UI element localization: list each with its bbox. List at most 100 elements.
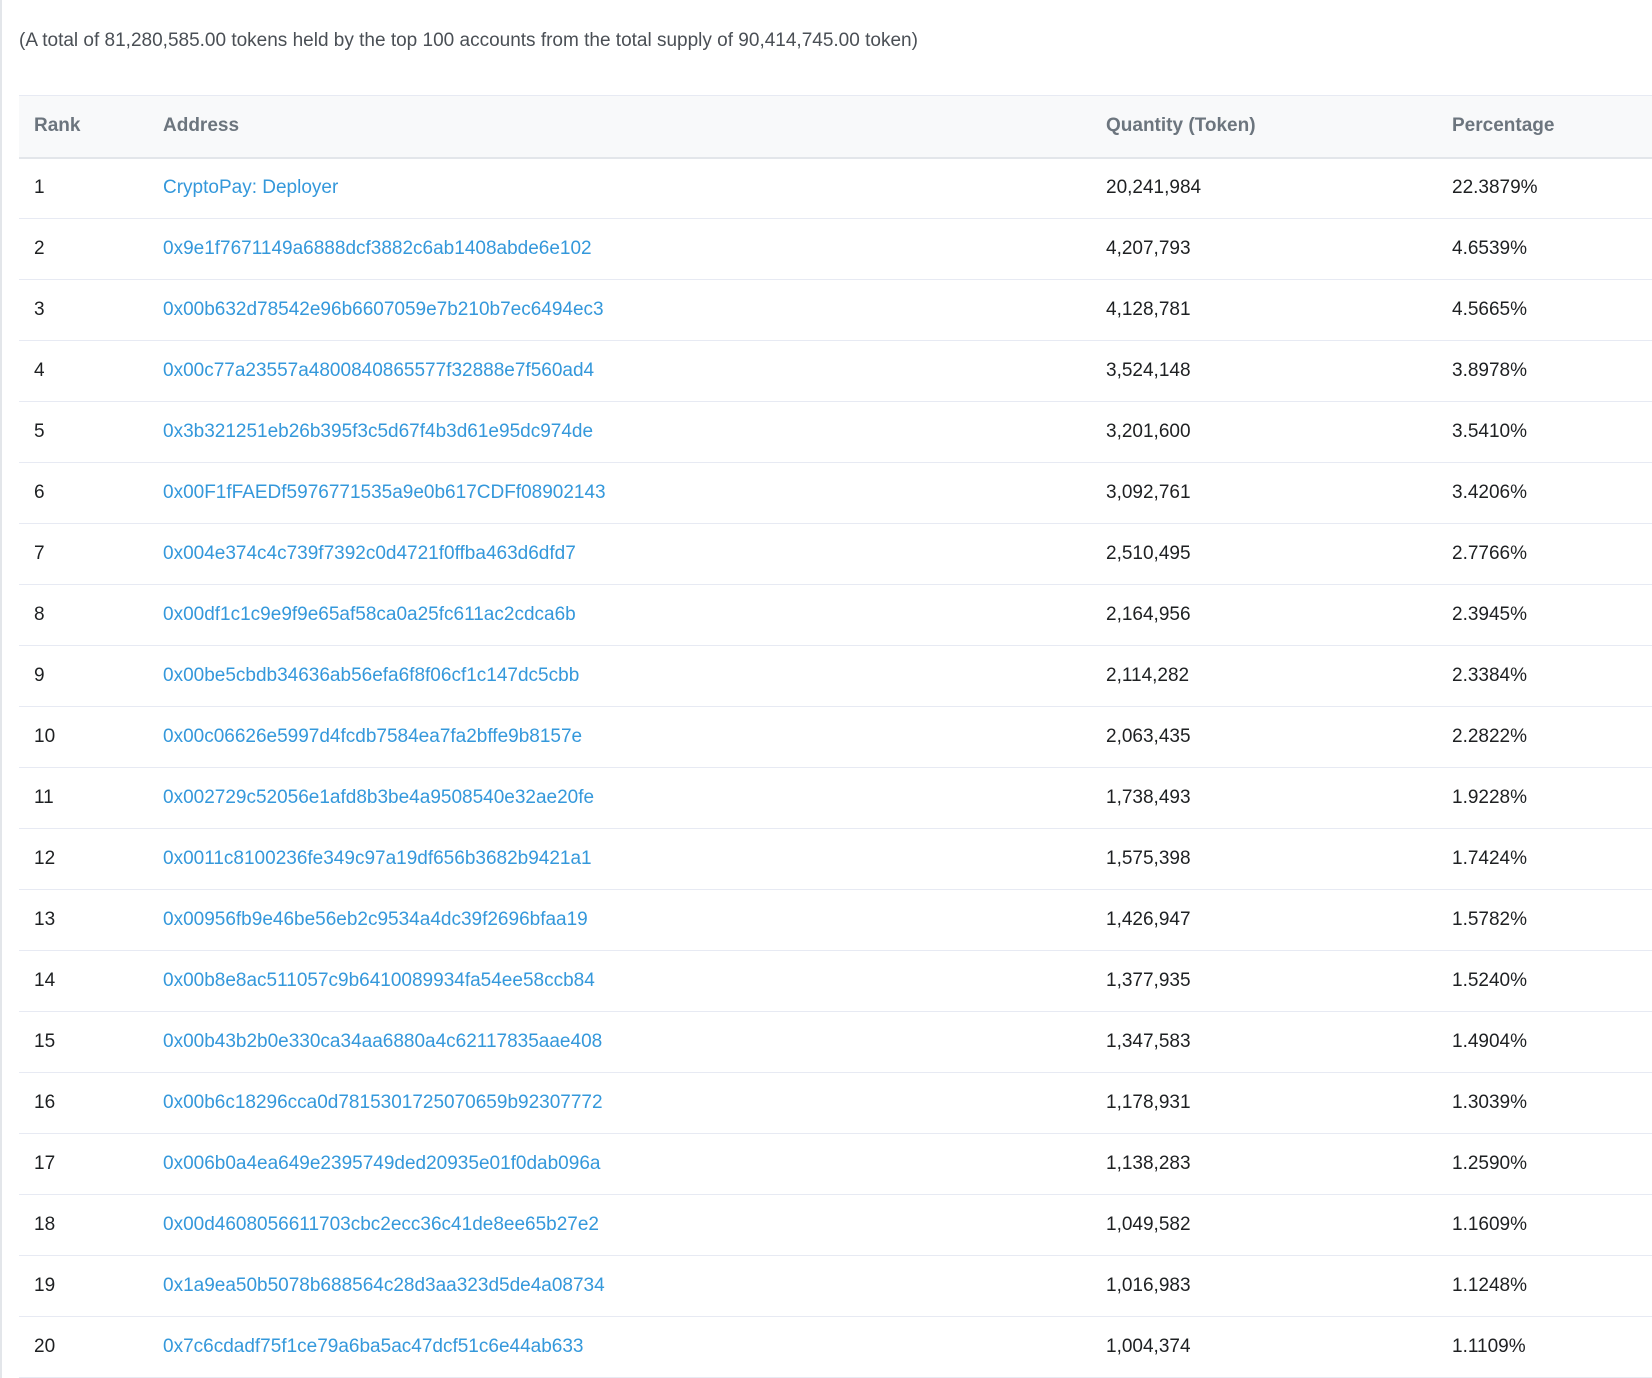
quantity-cell: 1,016,983 xyxy=(1106,1255,1452,1317)
rank-cell: 3 xyxy=(19,279,163,341)
quantity-cell: 1,738,493 xyxy=(1106,767,1452,829)
header-row: Rank Address Quantity (Token) Percentage xyxy=(19,95,1652,159)
address-cell: 0x00df1c1c9e9f9e65af58ca0a25fc611ac2cdca… xyxy=(163,584,1106,646)
address-cell: 0x00b8e8ac511057c9b6410089934fa54ee58ccb… xyxy=(163,950,1106,1012)
address-cell: 0x00c77a23557a4800840865577f32888e7f560a… xyxy=(163,340,1106,402)
rank-cell: 8 xyxy=(19,584,163,646)
holder-address-link[interactable]: 0x9e1f7671149a6888dcf3882c6ab1408abde6e1… xyxy=(163,238,592,259)
holder-address-link[interactable]: 0x00c77a23557a4800840865577f32888e7f560a… xyxy=(163,360,594,381)
holder-address-link[interactable]: 0x00b632d78542e96b6607059e7b210b7ec6494e… xyxy=(163,299,604,320)
quantity-cell: 1,004,374 xyxy=(1106,1316,1452,1378)
percentage-cell: 1.1109% xyxy=(1452,1316,1652,1378)
percentage-cell: 3.5410% xyxy=(1452,401,1652,463)
quantity-cell: 1,377,935 xyxy=(1106,950,1452,1012)
address-cell: 0x00c06626e5997d4fcdb7584ea7fa2bffe9b815… xyxy=(163,706,1106,768)
address-cell: 0x002729c52056e1afd8b3be4a9508540e32ae20… xyxy=(163,767,1106,829)
address-cell: 0x00b6c18296cca0d7815301725070659b923077… xyxy=(163,1072,1106,1134)
panel-left-border xyxy=(0,0,2,1378)
address-cell: 0x9e1f7671149a6888dcf3882c6ab1408abde6e1… xyxy=(163,218,1106,280)
percentage-cell: 3.8978% xyxy=(1452,340,1652,402)
rank-cell: 20 xyxy=(19,1316,163,1378)
holder-address-link[interactable]: 0x7c6cdadf75f1ce79a6ba5ac47dcf51c6e44ab6… xyxy=(163,1336,583,1357)
holder-address-link[interactable]: 0x00F1fFAEDf5976771535a9e0b617CDFf089021… xyxy=(163,482,606,503)
rank-cell: 10 xyxy=(19,706,163,768)
percentage-cell: 4.6539% xyxy=(1452,218,1652,280)
holder-address-link[interactable]: 0x3b321251eb26b395f3c5d67f4b3d61e95dc974… xyxy=(163,421,593,442)
percentage-cell: 22.3879% xyxy=(1452,157,1652,219)
holders-table: Rank Address Quantity (Token) Percentage… xyxy=(19,95,1652,1378)
rank-cell: 18 xyxy=(19,1194,163,1256)
holder-address-link[interactable]: 0x0011c8100236fe349c97a19df656b3682b9421… xyxy=(163,848,592,869)
holder-address-link[interactable]: 0x004e374c4c739f7392c0d4721f0ffba463d6df… xyxy=(163,543,576,564)
rank-cell: 15 xyxy=(19,1011,163,1073)
holder-address-link[interactable]: 0x002729c52056e1afd8b3be4a9508540e32ae20… xyxy=(163,787,594,808)
address-cell: 0x00b43b2b0e330ca34aa6880a4c62117835aae4… xyxy=(163,1011,1106,1073)
table-row: 15 0x00b43b2b0e330ca34aa6880a4c62117835aa… xyxy=(19,1011,1652,1073)
holder-address-link[interactable]: 0x00d4608056611703cbc2ecc36c41de8ee65b27… xyxy=(163,1214,599,1235)
rank-cell: 6 xyxy=(19,462,163,524)
address-cell: 0x00d4608056611703cbc2ecc36c41de8ee65b27… xyxy=(163,1194,1106,1256)
quantity-cell: 1,178,931 xyxy=(1106,1072,1452,1134)
table-row: 4 0x00c77a23557a4800840865577f32888e7f560… xyxy=(19,340,1652,402)
quantity-cell: 3,201,600 xyxy=(1106,401,1452,463)
percentage-cell: 1.9228% xyxy=(1452,767,1652,829)
address-cell: 0x1a9ea50b5078b688564c28d3aa323d5de4a087… xyxy=(163,1255,1106,1317)
holder-address-link[interactable]: 0x00b8e8ac511057c9b6410089934fa54ee58ccb… xyxy=(163,970,595,991)
holder-address-link[interactable]: 0x00c06626e5997d4fcdb7584ea7fa2bffe9b815… xyxy=(163,726,582,747)
address-cell: 0x0011c8100236fe349c97a19df656b3682b9421… xyxy=(163,828,1106,890)
table-row: 19 0x1a9ea50b5078b688564c28d3aa323d5de4a0… xyxy=(19,1255,1652,1317)
rank-cell: 17 xyxy=(19,1133,163,1195)
address-cell: 0x00956fb9e46be56eb2c9534a4dc39f2696bfaa… xyxy=(163,889,1106,951)
quantity-cell: 2,164,956 xyxy=(1106,584,1452,646)
table-row: 11 0x002729c52056e1afd8b3be4a9508540e32ae… xyxy=(19,767,1652,829)
table-row: 18 0x00d4608056611703cbc2ecc36c41de8ee65b… xyxy=(19,1194,1652,1256)
table-row: 13 0x00956fb9e46be56eb2c9534a4dc39f2696bf… xyxy=(19,889,1652,951)
holder-address-link[interactable]: 0x00956fb9e46be56eb2c9534a4dc39f2696bfaa… xyxy=(163,909,588,930)
header-percentage: Percentage xyxy=(1452,95,1652,159)
holder-address-link[interactable]: 0x00be5cbdb34636ab56efa6f8f06cf1c147dc5c… xyxy=(163,665,579,686)
header-rank: Rank xyxy=(19,95,163,159)
rank-cell: 5 xyxy=(19,401,163,463)
rank-cell: 4 xyxy=(19,340,163,402)
table-row: 5 0x3b321251eb26b395f3c5d67f4b3d61e95dc97… xyxy=(19,401,1652,463)
rank-cell: 1 xyxy=(19,157,163,219)
percentage-cell: 2.7766% xyxy=(1452,523,1652,585)
rank-cell: 9 xyxy=(19,645,163,707)
percentage-cell: 2.2822% xyxy=(1452,706,1652,768)
percentage-cell: 1.3039% xyxy=(1452,1072,1652,1134)
percentage-cell: 1.2590% xyxy=(1452,1133,1652,1195)
address-cell: CryptoPay: Deployer xyxy=(163,157,1106,219)
table-row: 2 0x9e1f7671149a6888dcf3882c6ab1408abde6e… xyxy=(19,218,1652,280)
table-row: 1 CryptoPay: Deployer 20,241,984 22.3879% xyxy=(19,157,1652,219)
rank-cell: 7 xyxy=(19,523,163,585)
table-row: 10 0x00c06626e5997d4fcdb7584ea7fa2bffe9b8… xyxy=(19,706,1652,768)
holder-address-link[interactable]: 0x00b6c18296cca0d7815301725070659b923077… xyxy=(163,1092,603,1113)
holder-address-link[interactable]: 0x1a9ea50b5078b688564c28d3aa323d5de4a087… xyxy=(163,1275,605,1296)
holders-table-header: Rank Address Quantity (Token) Percentage xyxy=(19,95,1652,159)
percentage-cell: 4.5665% xyxy=(1452,279,1652,341)
rank-cell: 12 xyxy=(19,828,163,890)
quantity-cell: 2,114,282 xyxy=(1106,645,1452,707)
holder-address-link[interactable]: 0x00df1c1c9e9f9e65af58ca0a25fc611ac2cdca… xyxy=(163,604,576,625)
percentage-cell: 2.3384% xyxy=(1452,645,1652,707)
percentage-cell: 1.1248% xyxy=(1452,1255,1652,1317)
rank-cell: 13 xyxy=(19,889,163,951)
percentage-cell: 1.1609% xyxy=(1452,1194,1652,1256)
quantity-cell: 2,510,495 xyxy=(1106,523,1452,585)
table-row: 16 0x00b6c18296cca0d7815301725070659b9230… xyxy=(19,1072,1652,1134)
rank-cell: 2 xyxy=(19,218,163,280)
table-row: 9 0x00be5cbdb34636ab56efa6f8f06cf1c147dc5… xyxy=(19,645,1652,707)
address-cell: 0x00be5cbdb34636ab56efa6f8f06cf1c147dc5c… xyxy=(163,645,1106,707)
address-cell: 0x00b632d78542e96b6607059e7b210b7ec6494e… xyxy=(163,279,1106,341)
quantity-cell: 3,524,148 xyxy=(1106,340,1452,402)
quantity-cell: 4,207,793 xyxy=(1106,218,1452,280)
holder-address-link[interactable]: 0x006b0a4ea649e2395749ded20935e01f0dab09… xyxy=(163,1153,600,1174)
holder-address-link[interactable]: CryptoPay: Deployer xyxy=(163,177,338,198)
quantity-cell: 1,426,947 xyxy=(1106,889,1452,951)
table-row: 3 0x00b632d78542e96b6607059e7b210b7ec6494… xyxy=(19,279,1652,341)
header-address: Address xyxy=(163,95,1106,159)
holder-address-link[interactable]: 0x00b43b2b0e330ca34aa6880a4c62117835aae4… xyxy=(163,1031,602,1052)
quantity-cell: 1,347,583 xyxy=(1106,1011,1452,1073)
address-cell: 0x00F1fFAEDf5976771535a9e0b617CDFf089021… xyxy=(163,462,1106,524)
table-row: 6 0x00F1fFAEDf5976771535a9e0b617CDFf08902… xyxy=(19,462,1652,524)
